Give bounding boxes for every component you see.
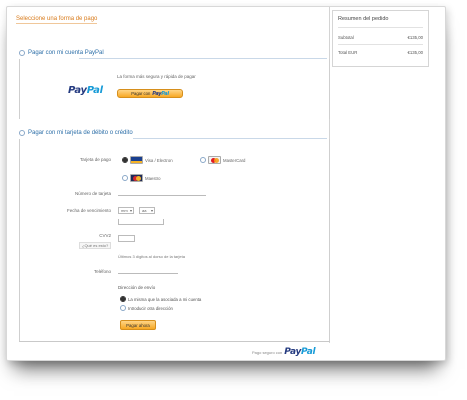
divider — [338, 27, 423, 28]
paypal-option-label: Pagar con mi cuenta PayPal — [28, 50, 104, 56]
footer-paypal-brand: Pago seguro con PayPal — [252, 347, 316, 357]
divider — [133, 138, 327, 139]
pay-now-button[interactable]: Pagar ahora — [120, 320, 156, 330]
order-summary: Resumen del pedido Subtotal €135,00 Tota… — [332, 10, 429, 67]
expiry-field-frame — [118, 219, 164, 225]
expiry-year-select[interactable]: aa — [139, 207, 155, 214]
paypal-logo: PayPal — [68, 85, 103, 96]
section-border — [329, 59, 330, 119]
card-radio[interactable] — [19, 130, 25, 136]
shipping-heading: Dirección de envío — [118, 285, 156, 290]
cvv-input[interactable] — [118, 235, 135, 242]
summary-row-value: €135,00 — [407, 35, 423, 40]
summary-row-label: Total EUR — [338, 50, 358, 55]
paypal-description: La forma más segura y rápida de pagar — [117, 74, 196, 79]
shipping-option-label: Introducir otra dirección — [128, 305, 173, 311]
paypal-logo: PayPal — [284, 347, 316, 357]
expiry-month-select[interactable]: mm — [118, 207, 134, 214]
section-border — [19, 139, 20, 341]
footer-prefix: Pago seguro con — [252, 349, 283, 355]
page-title: Seleccione una forma de pago — [16, 16, 98, 24]
expiry-label: Fecha de vencimiento — [66, 208, 111, 213]
phone-label: Teléfono — [93, 269, 111, 274]
visa-icon — [130, 156, 143, 164]
section-border — [19, 59, 20, 119]
paypal-option[interactable]: Pagar con mi cuenta PayPal — [19, 50, 104, 56]
mastercard-icon — [208, 156, 221, 164]
payment-panel: Seleccione una forma de pago Pagar con m… — [7, 7, 330, 343]
summary-row-value: €135,00 — [407, 50, 423, 55]
card-number-input[interactable] — [118, 195, 206, 196]
card-type-label: Tarjeta de pago — [79, 157, 111, 162]
cvv-note: Últimos 3 dígitos al dorso de la tarjeta — [118, 254, 185, 259]
pay-with-paypal-text: Pagar con — [131, 91, 151, 96]
card-option-label: Maestro — [145, 175, 161, 181]
divider — [19, 341, 330, 342]
card-option-visa[interactable]: Visa / Electron — [122, 156, 173, 164]
summary-row: Total EUR €135,00 — [338, 50, 423, 55]
divider — [338, 44, 423, 45]
summary-row: Subtotal €135,00 — [338, 35, 423, 40]
mastercard-radio[interactable] — [200, 157, 206, 163]
card-option-label: Visa / Electron — [145, 157, 173, 163]
divider — [79, 58, 327, 59]
shipping-option-label: La misma que la asociada a mi cuenta — [128, 296, 202, 302]
maestro-icon — [130, 174, 143, 182]
card-option-label: MasterCard — [223, 157, 246, 163]
cvv-help-link[interactable]: ¿Qué es esto? — [79, 242, 112, 249]
card-number-label: Número de tarjeta — [74, 191, 111, 196]
summary-row-label: Subtotal — [338, 35, 354, 40]
phone-input[interactable] — [118, 273, 178, 274]
order-summary-title: Resumen del pedido — [338, 16, 389, 22]
cvv-label: CVV2 — [99, 233, 111, 238]
visa-radio[interactable] — [122, 157, 128, 163]
shipping-option-same[interactable]: La misma que la asociada a mi cuenta — [120, 296, 201, 302]
maestro-radio[interactable] — [122, 175, 128, 181]
pay-with-paypal-button[interactable]: Pagar con PayPal — [117, 89, 183, 98]
shipping-same-radio[interactable] — [120, 296, 126, 302]
shipping-option-other[interactable]: Introducir otra dirección — [120, 305, 173, 311]
paypal-radio[interactable] — [19, 50, 25, 56]
paypal-logo: PayPal — [152, 90, 169, 97]
card-option-mastercard[interactable]: MasterCard — [200, 156, 245, 164]
shipping-other-radio[interactable] — [120, 305, 126, 311]
section-border — [329, 139, 330, 341]
card-option[interactable]: Pagar con mi tarjeta de débito o crédito — [19, 130, 133, 136]
card-option-label: Pagar con mi tarjeta de débito o crédito — [28, 130, 133, 136]
card-option-maestro[interactable]: Maestro — [122, 174, 161, 182]
